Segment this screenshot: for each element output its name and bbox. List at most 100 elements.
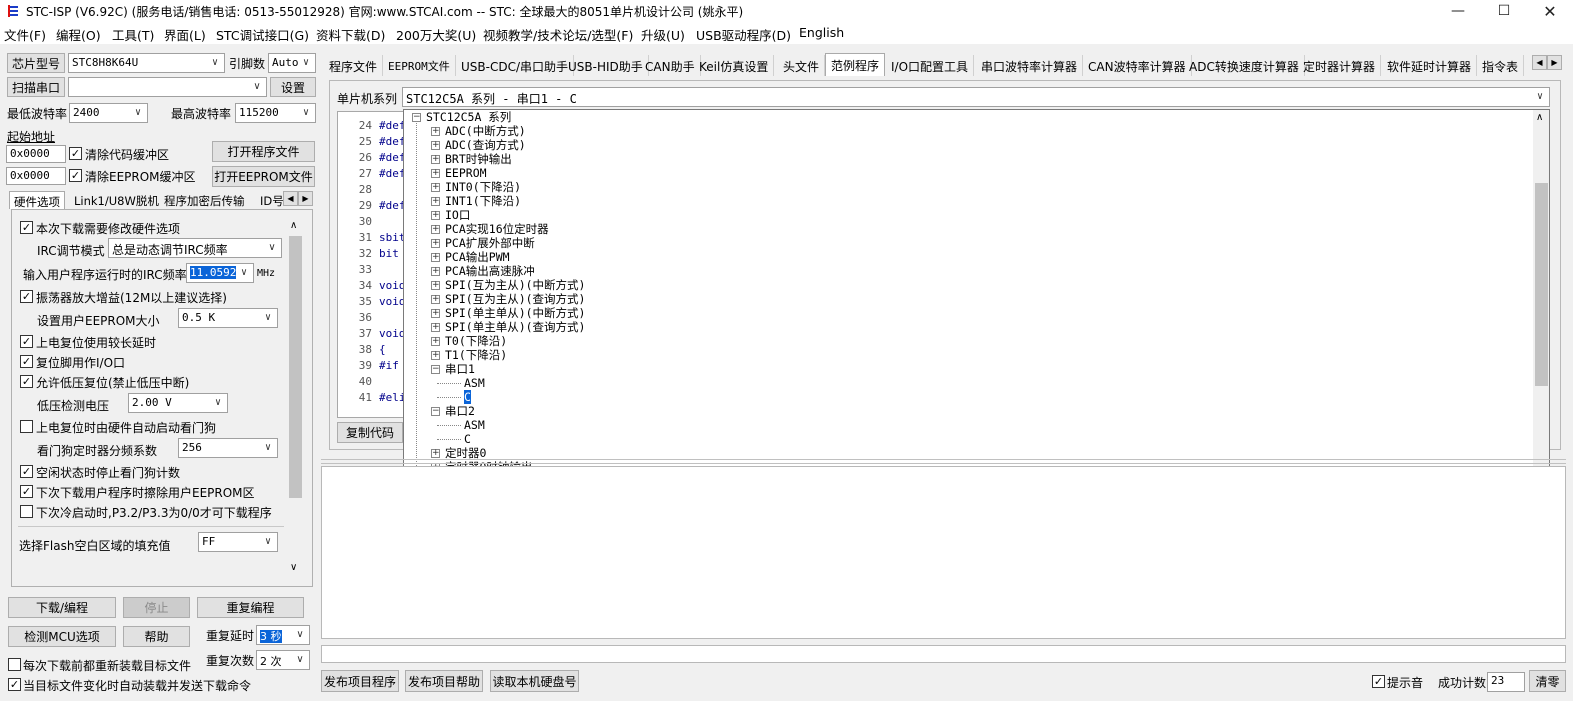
tree-node[interactable]: INT1(下降沿) bbox=[445, 194, 521, 208]
menu-usb-driver[interactable]: USB驱动程序(D) bbox=[696, 25, 791, 44]
tab-program-file[interactable]: 程序文件 bbox=[324, 55, 384, 76]
tree-node[interactable]: SPI(互为主从)(查询方式) bbox=[445, 292, 585, 306]
tree-scrollbar[interactable]: ∧ ∨ bbox=[1533, 110, 1549, 505]
tree-node[interactable]: IO口 bbox=[445, 208, 470, 222]
menu-downloads[interactable]: 资料下载(D) bbox=[316, 25, 385, 44]
tree-node[interactable]: PCA扩展外部中断 bbox=[445, 236, 535, 250]
tree-expand-icon[interactable]: + bbox=[431, 323, 440, 332]
eeprom-address-input[interactable]: 0x0000 bbox=[6, 167, 66, 185]
tree-node[interactable]: ADC(查询方式) bbox=[445, 138, 526, 152]
tree-expand-icon[interactable]: + bbox=[431, 197, 440, 206]
idle-stop-wdt-checkbox[interactable]: ✓ bbox=[20, 465, 33, 478]
tree-leaf[interactable]: C bbox=[464, 390, 471, 404]
serial-port-select[interactable]: ∨ bbox=[68, 77, 267, 97]
tree-expand-icon[interactable]: + bbox=[431, 127, 440, 136]
open-eeprom-file-button[interactable]: 打开EEPROM文件 bbox=[212, 166, 315, 187]
tab-link1-offline[interactable]: Link1/U8W脱机 bbox=[70, 191, 163, 209]
tree-node-uart2[interactable]: 串口2 bbox=[445, 404, 475, 418]
reload-target-checkbox[interactable] bbox=[8, 658, 21, 671]
low-volt-reset-checkbox[interactable]: ✓ bbox=[20, 375, 33, 388]
scan-port-button[interactable]: 扫描串口 bbox=[7, 77, 65, 97]
help-button[interactable]: 帮助 bbox=[123, 626, 190, 647]
cold-boot-checkbox[interactable] bbox=[20, 505, 33, 518]
tree-expand-icon[interactable]: + bbox=[431, 211, 440, 220]
menu-video-forum[interactable]: 视频教学/技术论坛/选型(F) bbox=[483, 25, 633, 44]
tree-expand-icon[interactable]: + bbox=[431, 337, 440, 346]
long-delay-checkbox[interactable]: ✓ bbox=[20, 335, 33, 348]
tree-leaf[interactable]: ASM bbox=[464, 418, 485, 432]
tab-keil-debug[interactable]: Keil仿真设置 bbox=[694, 55, 775, 76]
menu-english[interactable]: English bbox=[799, 25, 844, 40]
tab-can-helper[interactable]: CAN助手 bbox=[640, 55, 701, 76]
irc-frequency-select[interactable]: 11.0592 ∨ bbox=[186, 263, 254, 283]
tree-leaf[interactable]: C bbox=[464, 432, 471, 446]
tab-instruction-table[interactable]: 指令表 bbox=[1477, 55, 1525, 76]
repeat-count-select[interactable]: 2 次 ∨ bbox=[256, 650, 310, 670]
tab-hardware-options[interactable]: 硬件选项 bbox=[9, 191, 65, 209]
tree-expand-icon[interactable]: + bbox=[431, 351, 440, 360]
modify-hw-checkbox[interactable]: ✓ bbox=[20, 221, 33, 234]
repeat-delay-select[interactable]: 3 秒 ∨ bbox=[256, 625, 310, 645]
chip-model-select[interactable]: STC8H8K64U ∨ bbox=[68, 53, 225, 73]
settings-button[interactable]: 设置 bbox=[270, 77, 316, 97]
tab-scroll-right-icon[interactable]: ▶ bbox=[298, 191, 313, 206]
scroll-thumb[interactable] bbox=[1535, 183, 1548, 386]
eeprom-size-select[interactable]: 0.5 K ∨ bbox=[178, 308, 278, 328]
menu-debug-interface[interactable]: STC调试接口(G) bbox=[216, 25, 309, 44]
pin-count-select[interactable]: Auto ∨ bbox=[268, 53, 316, 73]
tree-node-root[interactable]: STC12C5A 系列 bbox=[426, 110, 511, 124]
tree-node[interactable]: EEPROM bbox=[445, 166, 487, 180]
tab-usb-cdc-serial[interactable]: USB-CDC/串口助手 bbox=[456, 55, 575, 76]
menu-program[interactable]: 编程(O) bbox=[56, 25, 101, 44]
tab-uart-baud-calc[interactable]: 串口波特率计算器 bbox=[976, 55, 1084, 76]
publish-project-button[interactable]: 发布项目程序 bbox=[321, 670, 399, 692]
clear-eeprom-checkbox[interactable]: ✓ bbox=[69, 169, 82, 182]
output-log-area[interactable] bbox=[321, 466, 1566, 639]
tree-expand-icon[interactable]: + bbox=[431, 309, 440, 318]
splitter-handle[interactable] bbox=[321, 459, 1566, 464]
tab-adc-speed-calc[interactable]: ADC转换速度计算器 bbox=[1184, 55, 1305, 76]
irc-mode-select[interactable]: 总是动态调节IRC频率 ∨ bbox=[108, 238, 282, 258]
menu-prize[interactable]: 200万大奖(U) bbox=[396, 25, 476, 44]
tree-node[interactable]: SPI(单主单从)(中断方式) bbox=[445, 306, 585, 320]
tab-header-file[interactable]: 头文件 bbox=[778, 55, 826, 76]
tree-node[interactable]: SPI(单主单从)(查询方式) bbox=[445, 320, 585, 334]
maximize-icon[interactable]: ☐ bbox=[1481, 0, 1527, 22]
tree-expand-icon[interactable]: + bbox=[431, 155, 440, 164]
watchdog-checkbox[interactable] bbox=[20, 420, 33, 433]
tab-can-baud-calc[interactable]: CAN波特率计算器 bbox=[1083, 55, 1192, 76]
tab-timer-calc[interactable]: 定时器计算器 bbox=[1298, 55, 1382, 76]
tab-delay-calc[interactable]: 软件延时计算器 bbox=[1382, 55, 1478, 76]
osc-gain-checkbox[interactable]: ✓ bbox=[20, 290, 33, 303]
read-disk-id-button[interactable]: 读取本机硬盘号 bbox=[490, 670, 579, 692]
tree-expand-icon[interactable]: + bbox=[431, 239, 440, 248]
hw-options-scrollbar[interactable]: ∧ ∨ bbox=[287, 218, 304, 578]
download-program-button[interactable]: 下载/编程 bbox=[8, 597, 116, 618]
tree-node[interactable]: PCA实现16位定时器 bbox=[445, 222, 549, 236]
tab-examples[interactable]: 范例程序 bbox=[825, 53, 886, 76]
wdt-divider-select[interactable]: 256 ∨ bbox=[178, 438, 278, 458]
menu-interface[interactable]: 界面(L) bbox=[164, 25, 206, 44]
copy-code-button[interactable]: 复制代码 bbox=[337, 422, 403, 443]
tab-eeprom-file[interactable]: EEPROM文件 bbox=[383, 55, 456, 76]
close-icon[interactable]: ✕ bbox=[1527, 0, 1573, 22]
tree-node-uart1[interactable]: 串口1 bbox=[445, 362, 475, 376]
clear-count-button[interactable]: 清零 bbox=[1529, 670, 1566, 692]
example-tree-dropdown[interactable]: − STC12C5A 系列 + ADC(中断方式) + ADC(查询方式) + BRT时钟输出… bbox=[403, 109, 1550, 506]
menu-tools[interactable]: 工具(T) bbox=[112, 25, 154, 44]
scroll-down-icon[interactable]: ∨ bbox=[290, 562, 297, 573]
tree-node[interactable]: 定时器0 bbox=[445, 446, 486, 460]
tab-scroll-left-icon[interactable]: ◀ bbox=[1532, 55, 1547, 70]
tree-expand-icon[interactable]: + bbox=[431, 225, 440, 234]
beep-checkbox[interactable]: ✓ bbox=[1372, 675, 1385, 688]
tree-expand-icon[interactable]: + bbox=[431, 281, 440, 290]
publish-help-button[interactable]: 发布项目帮助 bbox=[405, 670, 483, 692]
tree-node[interactable]: INT0(下降沿) bbox=[445, 180, 521, 194]
tab-encrypted-transfer[interactable]: 程序加密后传输 bbox=[160, 191, 249, 209]
code-address-input[interactable]: 0x0000 bbox=[6, 145, 66, 163]
minimize-icon[interactable]: — bbox=[1435, 0, 1481, 22]
tree-node[interactable]: PCA输出高速脉冲 bbox=[445, 264, 535, 278]
menu-upgrade[interactable]: 升级(U) bbox=[641, 25, 685, 44]
tree-expand-icon[interactable]: + bbox=[431, 253, 440, 262]
tab-usb-hid[interactable]: USB-HID助手 bbox=[563, 55, 649, 76]
